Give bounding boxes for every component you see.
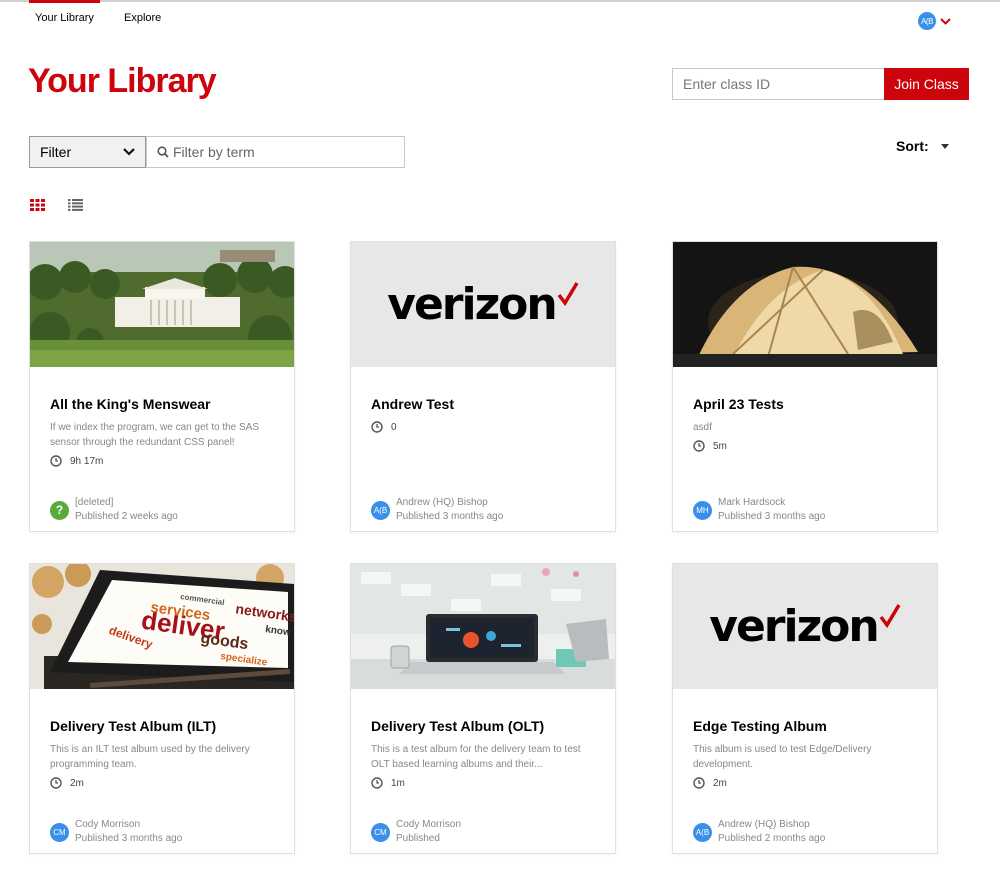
clock-icon xyxy=(50,777,62,789)
page-title: Your Library xyxy=(28,62,217,100)
card-title: All the King's Menswear xyxy=(50,396,211,412)
verizon-wordmark: verizon xyxy=(387,279,557,330)
user-avatar: A(B xyxy=(918,12,936,30)
card-title: Andrew Test xyxy=(371,396,454,412)
author-avatar: A(B xyxy=(693,822,712,842)
caret-down-icon xyxy=(940,143,949,149)
filter-select[interactable]: Filter xyxy=(29,136,146,168)
chevron-down-icon xyxy=(940,17,951,25)
tent-photo xyxy=(673,242,937,367)
author-name: Cody Morrison xyxy=(396,819,462,830)
unknown-user-icon: ? xyxy=(50,500,69,520)
published-date: Published 2 months ago xyxy=(718,833,826,844)
card-duration: 5m xyxy=(693,440,727,452)
album-card[interactable]: April 23 Tests asdf 5m MH Mark Hardsock … xyxy=(672,241,938,532)
class-id-input[interactable] xyxy=(672,68,885,100)
card-author: ? [deleted] Published 2 weeks ago xyxy=(50,496,178,524)
list-view-toggle[interactable] xyxy=(68,198,83,216)
album-card[interactable]: All the King's Menswear If we index the … xyxy=(29,241,295,532)
card-title: Edge Testing Album xyxy=(693,718,827,734)
author-avatar: CM xyxy=(50,822,69,842)
author-name: Andrew (HQ) Bishop xyxy=(396,497,488,508)
laptop-desk-photo xyxy=(351,564,615,689)
chevron-down-icon xyxy=(123,148,135,156)
filter-term-field[interactable] xyxy=(146,136,405,168)
author-name: [deleted] xyxy=(75,497,114,508)
card-duration-text: 2m xyxy=(70,777,84,789)
card-description: This is a test album for the delivery te… xyxy=(371,744,581,770)
verizon-logo: verizon xyxy=(351,242,615,367)
author-name: Cody Morrison xyxy=(75,819,141,830)
card-title: Delivery Test Album (ILT) xyxy=(50,718,217,734)
author-avatar: CM xyxy=(371,822,390,842)
author-name: Mark Hardsock xyxy=(718,497,786,508)
author-avatar: MH xyxy=(693,500,712,520)
card-author: CM Cody Morrison Published 3 months ago xyxy=(50,818,182,846)
card-description: This album is used to test Edge/Delivery… xyxy=(693,744,872,770)
search-icon xyxy=(157,146,169,158)
card-description: This is an ILT test album used by the de… xyxy=(50,744,250,770)
list-view-icon xyxy=(68,199,83,211)
white-house-photo xyxy=(30,242,294,367)
card-title: April 23 Tests xyxy=(693,396,784,412)
grid-view-icon xyxy=(30,199,45,211)
checkmark-icon xyxy=(557,281,579,306)
published-date: Published 3 months ago xyxy=(75,833,183,844)
card-description: If we index the program, we can get to t… xyxy=(50,422,260,448)
published-date: Published 3 months ago xyxy=(396,511,504,522)
card-duration-text: 5m xyxy=(713,440,727,452)
verizon-logo: verizon xyxy=(673,564,937,689)
clock-icon xyxy=(371,777,383,789)
verizon-wordmark: verizon xyxy=(709,601,879,652)
published-date: Published 3 months ago xyxy=(718,511,826,522)
sort-label: Sort: xyxy=(896,138,929,154)
word-cloud-tablet-photo: deliver services goods networks delivery… xyxy=(30,564,294,689)
album-card[interactable]: verizon Andrew Test 0 A(B Andrew (HQ) Bi… xyxy=(350,241,616,532)
album-card[interactable]: Delivery Test Album (OLT) This is a test… xyxy=(350,563,616,854)
published-date: Published xyxy=(396,833,440,844)
checkmark-icon xyxy=(879,603,901,628)
card-duration-text: 9h 17m xyxy=(70,455,104,467)
tab-your-library[interactable]: Your Library xyxy=(29,0,100,24)
sort-dropdown[interactable]: Sort: xyxy=(896,138,949,154)
clock-icon xyxy=(693,440,705,452)
filter-term-input[interactable] xyxy=(173,144,393,160)
card-duration: 9h 17m xyxy=(50,455,103,467)
author-avatar: A(B xyxy=(371,500,390,520)
card-duration: 0 xyxy=(371,421,397,433)
card-author: MH Mark Hardsock Published 3 months ago xyxy=(693,496,825,524)
card-duration: 2m xyxy=(50,777,84,789)
filter-select-value: Filter xyxy=(40,144,72,160)
album-card[interactable]: verizon Edge Testing Album This album is… xyxy=(672,563,938,854)
card-author: CM Cody Morrison Published xyxy=(371,818,461,846)
card-title: Delivery Test Album (OLT) xyxy=(371,718,545,734)
tab-explore[interactable]: Explore xyxy=(124,12,161,24)
card-author: A(B Andrew (HQ) Bishop Published 3 month… xyxy=(371,496,503,524)
card-duration: 1m xyxy=(371,777,405,789)
clock-icon xyxy=(50,455,62,467)
clock-icon xyxy=(693,777,705,789)
clock-icon xyxy=(371,421,383,433)
album-card[interactable]: deliver services goods networks delivery… xyxy=(29,563,295,854)
author-name: Andrew (HQ) Bishop xyxy=(718,819,810,830)
card-duration-text: 2m xyxy=(713,777,727,789)
card-duration: 2m xyxy=(693,777,727,789)
user-menu[interactable]: A(B xyxy=(918,12,951,30)
top-nav: Your Library Explore A(B xyxy=(0,0,1000,40)
card-duration-text: 0 xyxy=(391,421,397,433)
card-author: A(B Andrew (HQ) Bishop Published 2 month… xyxy=(693,818,825,846)
grid-view-toggle[interactable] xyxy=(30,198,45,216)
published-date: Published 2 weeks ago xyxy=(75,511,178,522)
card-description: asdf xyxy=(693,422,712,433)
join-class-button[interactable]: Join Class xyxy=(884,68,969,100)
card-duration-text: 1m xyxy=(391,777,405,789)
